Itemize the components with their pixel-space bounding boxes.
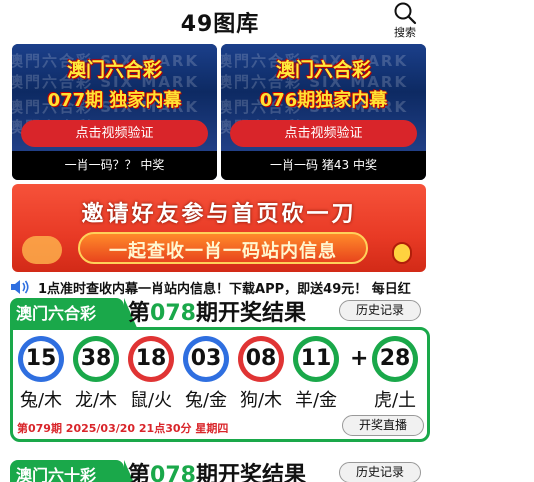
search-label: 搜索	[394, 26, 416, 39]
zodiac-label: 鼠/火	[129, 390, 173, 411]
draw-result-panel: 澳门六合彩 第078期开奖结果 历史记录 15 38 18 03 08 11 +…	[10, 298, 430, 444]
speaker-icon	[11, 280, 29, 294]
heading-suffix: 期开奖结果	[195, 301, 306, 326]
issue-number: 078	[150, 463, 196, 482]
cloud-decoration	[22, 236, 62, 264]
video-thumbnail: 澳門六合彩 SIX MARK 澳門六合彩 SIX MARK 澳門六合彩 SIX …	[12, 44, 217, 151]
page-title: 49图库	[180, 12, 260, 37]
result-heading: 第078期开奖结果	[128, 295, 306, 327]
zodiac-label: 羊/金	[294, 390, 338, 411]
zodiac-label: 兔/金	[184, 390, 228, 411]
lantern-icon	[392, 242, 412, 264]
banner-pill: 一起查收一肖一码站内信息	[78, 232, 368, 264]
card-title: 澳门六合彩	[275, 59, 371, 81]
draw-result-panel: 澳门六十彩 第078期开奖结果 历史记录	[10, 460, 430, 482]
video-thumbnail: 澳門六合彩 SIX MARK 澳門六合彩 SIX MARK 澳門六合彩 SIX …	[221, 44, 426, 151]
number-ball: 15	[18, 336, 64, 382]
zodiac-label: 狗/木	[239, 390, 283, 411]
promo-banner[interactable]: 邀请好友参与首页砍一刀 一起查收一肖一码站内信息	[12, 184, 426, 272]
plus-sign: +	[350, 346, 369, 371]
ball-number: 38	[78, 341, 114, 377]
ball-number: 03	[188, 341, 224, 377]
lottery-tab[interactable]: 澳门六十彩	[10, 460, 138, 482]
card-caption: 一肖一码 猪43 中奖	[221, 151, 426, 180]
video-cards: 澳門六合彩 SIX MARK 澳門六合彩 SIX MARK 澳門六合彩 SIX …	[12, 44, 426, 180]
next-draw-info: 第079期 2025/03/20 21点30分 星期四	[17, 422, 229, 435]
verify-video-button[interactable]: 点击视频验证	[21, 120, 208, 147]
lottery-tab[interactable]: 澳门六合彩	[10, 298, 138, 330]
ball-number: 18	[133, 341, 169, 377]
card-subtitle: 077期 独家内幕	[47, 90, 182, 111]
history-button[interactable]: 历史记录	[339, 300, 421, 321]
special-ball: 28	[372, 336, 418, 382]
zodiac-label: 龙/木	[74, 390, 118, 411]
number-ball: 18	[128, 336, 174, 382]
result-box: 15 38 18 03 08 11 + 28 兔/木 龙/木 鼠/火 兔/金 狗…	[10, 327, 430, 442]
ball-number: 08	[243, 341, 279, 377]
video-card[interactable]: 澳門六合彩 SIX MARK 澳門六合彩 SIX MARK 澳門六合彩 SIX …	[12, 44, 217, 180]
ball-number: 15	[23, 341, 59, 377]
issue-number: 078	[150, 301, 196, 326]
card-caption: 一肖一码？？ 中奖	[12, 151, 217, 180]
video-card[interactable]: 澳門六合彩 SIX MARK 澳門六合彩 SIX MARK 澳門六合彩 SIX …	[221, 44, 426, 180]
number-ball: 38	[73, 336, 119, 382]
zodiac-label: 虎/土	[373, 390, 417, 411]
number-ball: 03	[183, 336, 229, 382]
banner-pill-text: 一起查收一肖一码站内信息	[109, 241, 337, 262]
history-button[interactable]: 历史记录	[339, 462, 421, 482]
card-title: 澳门六合彩	[66, 59, 162, 81]
heading-suffix: 期开奖结果	[195, 463, 306, 482]
heading-prefix: 第	[128, 301, 151, 326]
number-ball: 08	[238, 336, 284, 382]
heading-prefix: 第	[128, 463, 151, 482]
search-button[interactable]: 搜索	[386, 0, 424, 40]
ball-number: 28	[377, 341, 413, 377]
banner-headline: 邀请好友参与首页砍一刀	[81, 202, 357, 227]
card-subtitle: 076期独家内幕	[259, 90, 388, 111]
number-ball: 11	[293, 336, 339, 382]
verify-video-button[interactable]: 点击视频验证	[230, 120, 417, 147]
zodiac-label: 兔/木	[19, 390, 63, 411]
ball-number: 11	[298, 341, 334, 377]
app-header: 49图库 搜索	[0, 0, 534, 44]
live-draw-button[interactable]: 开奖直播	[342, 415, 424, 436]
result-heading: 第078期开奖结果	[128, 457, 306, 482]
search-icon	[394, 2, 417, 25]
